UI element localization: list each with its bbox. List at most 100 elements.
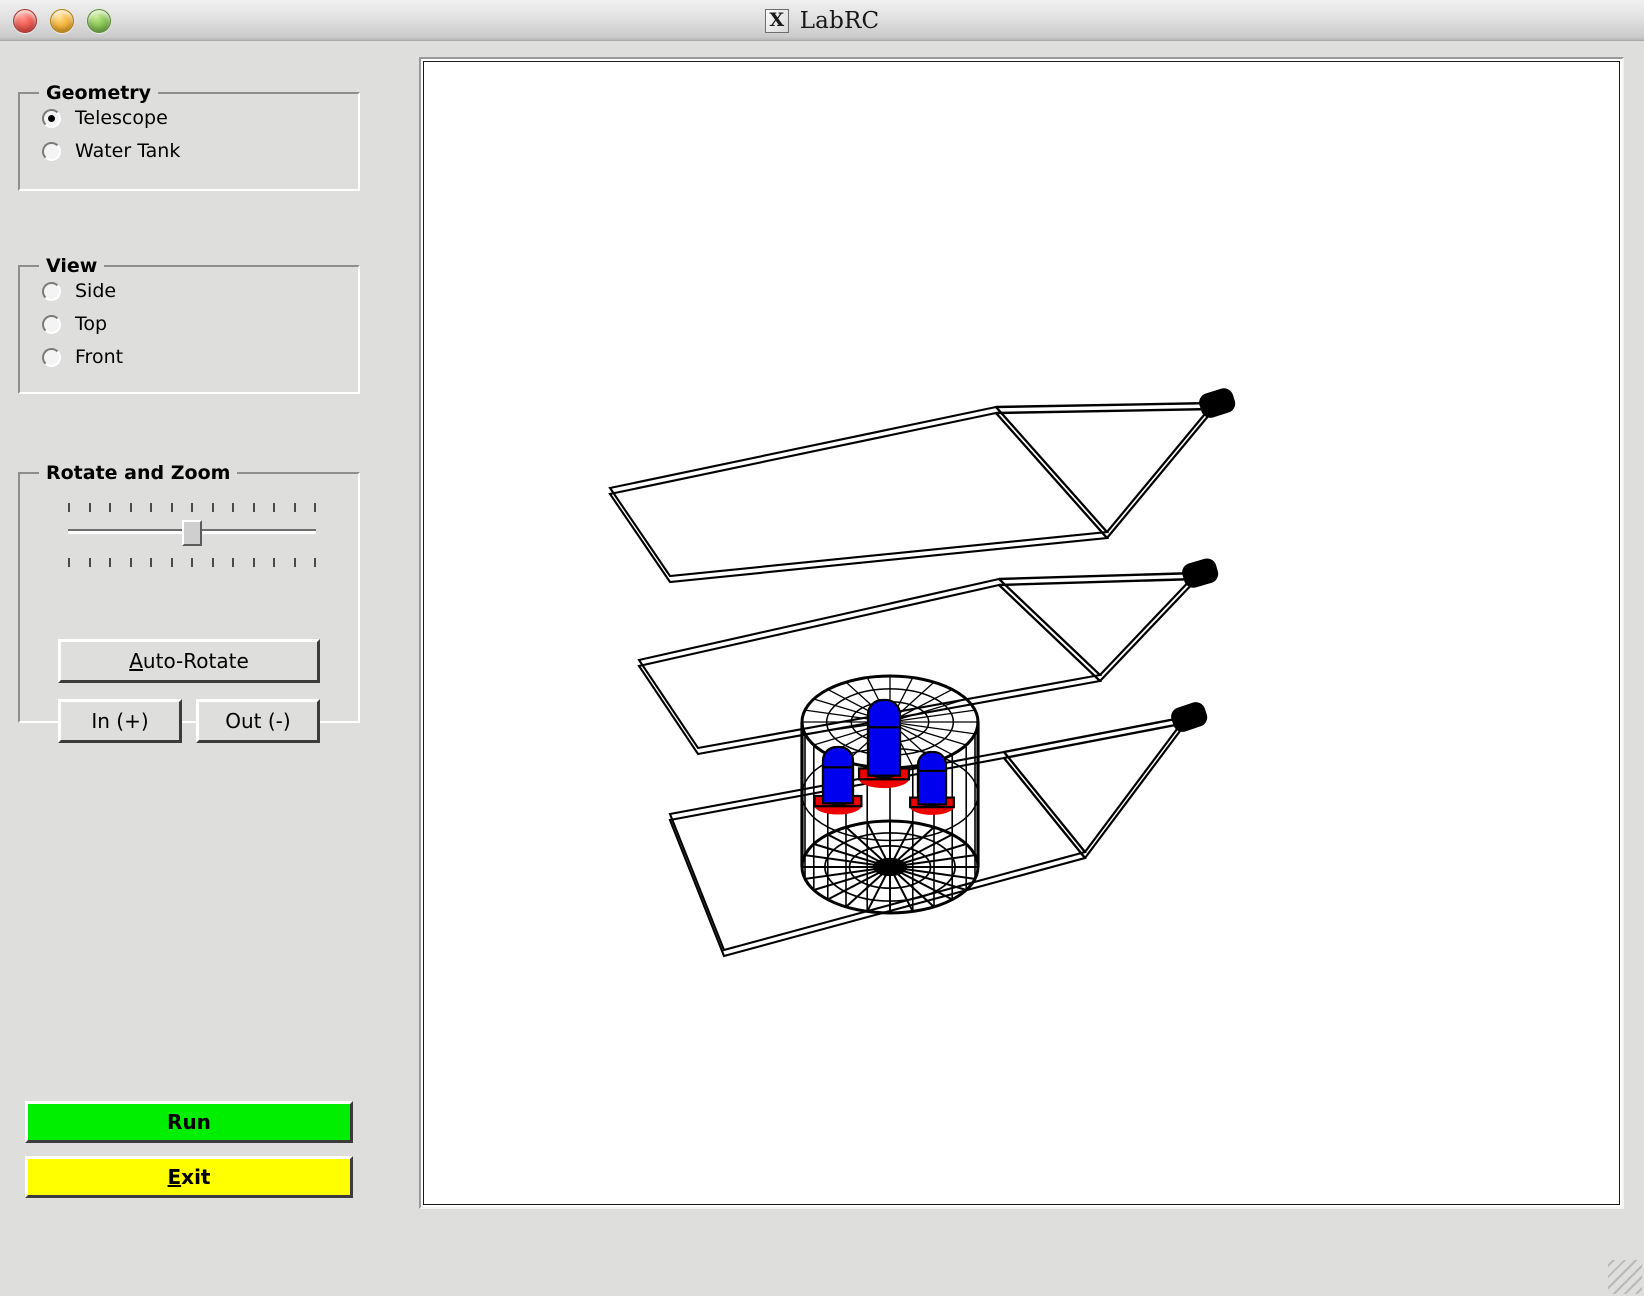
- slider-tick: [68, 503, 70, 512]
- radio-label-telescope: Telescope: [75, 107, 168, 129]
- pmt-group: [813, 698, 955, 815]
- wireframe-edge: [1084, 722, 1187, 859]
- telescope-camera: [1171, 702, 1208, 732]
- radio-indicator-front[interactable]: [42, 347, 61, 367]
- zoom-in-button[interactable]: In (+): [58, 699, 182, 743]
- radio-geometry-telescope[interactable]: Telescope: [42, 107, 168, 129]
- radio-view-top[interactable]: Top: [42, 313, 107, 335]
- slider-tick: [129, 558, 132, 567]
- slider-tick: [109, 558, 111, 567]
- control-panel: Geometry Telescope Water Tank View Side …: [0, 41, 400, 1286]
- slider-tick: [170, 503, 173, 512]
- radio-indicator-side[interactable]: [42, 281, 61, 301]
- wireframe-edge: [998, 571, 1198, 581]
- pmt-right-tube-body: [916, 769, 948, 806]
- wireframe-edge: [608, 405, 1110, 578]
- exit-label-rest: xit: [181, 1165, 211, 1189]
- wireframe-edge: [1003, 715, 1187, 754]
- telescope-middle: [637, 558, 1219, 756]
- radio-label-front: Front: [75, 346, 124, 368]
- slider-tick: [88, 558, 91, 567]
- slider-tick: [273, 558, 275, 567]
- auto-rotate-button[interactable]: Auto-Rotate: [58, 639, 320, 683]
- 3d-scene-canvas[interactable]: [423, 61, 1620, 1205]
- slider-tick: [150, 558, 152, 567]
- slider-tick: [211, 558, 214, 567]
- wireframe-edge: [1106, 408, 1215, 539]
- x11-app-icon: X: [764, 8, 789, 33]
- view-title: View: [39, 256, 105, 276]
- status-strip: [0, 1258, 1605, 1296]
- wireframe-edge: [995, 406, 1108, 533]
- run-button[interactable]: Run: [25, 1101, 353, 1143]
- window-title-group: X LabRC: [0, 0, 1644, 41]
- exit-mnemonic: E: [167, 1165, 182, 1189]
- radio-indicator-telescope[interactable]: [42, 108, 61, 128]
- rotate-zoom-groupbox: Rotate and Zoom Auto-Rotate In (+) Out (…: [18, 463, 360, 743]
- window-title: LabRC: [799, 7, 880, 34]
- radio-label-water-tank: Water Tank: [75, 140, 181, 162]
- slider-tick: [109, 503, 111, 512]
- wireframe-scene: [608, 388, 1236, 958]
- pmt-left-tube-body: [821, 766, 855, 805]
- wireframe-edge: [998, 577, 1198, 587]
- radio-label-side: Side: [75, 280, 117, 302]
- slider-ticks-bottom: [68, 558, 316, 567]
- radio-indicator-top[interactable]: [42, 314, 61, 334]
- viewport-frame: [419, 57, 1624, 1209]
- wireframe-edge: [995, 412, 1108, 539]
- app-window: X LabRC Geometry Telescope Water Tank Vi…: [0, 0, 1644, 1296]
- slider-tick: [232, 503, 234, 512]
- slider-thumb[interactable]: [182, 520, 202, 546]
- zoom-in-label: In (+): [91, 709, 149, 733]
- radio-label-top: Top: [75, 313, 108, 335]
- slider-tick: [68, 558, 70, 567]
- auto-rotate-mnemonic: A: [129, 649, 143, 673]
- view-groupbox: View Side Top Front: [18, 256, 360, 394]
- slider-tick: [170, 558, 173, 567]
- rotate-zoom-title: Rotate and Zoom: [39, 463, 238, 483]
- radio-view-front[interactable]: Front: [42, 346, 123, 368]
- telescope-camera: [1182, 558, 1219, 588]
- slider-tick: [314, 558, 316, 567]
- slider-tick: [252, 558, 255, 567]
- wireframe-edge: [1099, 578, 1198, 682]
- rotate-zoom-slider[interactable]: [68, 503, 316, 567]
- geometry-groupbox: Geometry Telescope Water Tank: [18, 83, 360, 191]
- radio-view-side[interactable]: Side: [42, 280, 116, 302]
- exit-button[interactable]: Exit: [25, 1156, 353, 1198]
- slider-tick: [88, 503, 91, 512]
- wireframe-edge: [1099, 572, 1198, 676]
- slider-tick: [150, 503, 152, 512]
- wireframe-edge: [1003, 751, 1086, 853]
- slider-tick: [129, 503, 132, 512]
- zoom-out-label: Out (-): [225, 709, 291, 733]
- slider-tick: [232, 558, 234, 567]
- slider-tick: [211, 503, 214, 512]
- wireframe-edge: [1003, 757, 1086, 859]
- radio-geometry-water-tank[interactable]: Water Tank: [42, 140, 180, 162]
- auto-rotate-label-rest: uto-Rotate: [142, 649, 249, 673]
- zoom-out-button[interactable]: Out (-): [196, 699, 320, 743]
- wireframe-edge: [995, 407, 1215, 415]
- wireframe-edge: [998, 584, 1101, 682]
- slider-tick: [191, 503, 193, 512]
- geometry-title: Geometry: [39, 83, 159, 103]
- slider-tick: [293, 503, 296, 512]
- wireframe-edge: [998, 578, 1101, 676]
- slider-tick: [293, 558, 296, 567]
- telescope-upper: [608, 388, 1236, 584]
- radio-indicator-water-tank[interactable]: [42, 141, 61, 161]
- slider-ticks-top: [68, 503, 316, 512]
- resize-grip[interactable]: [1608, 1260, 1642, 1294]
- wireframe-edge: [1084, 716, 1187, 853]
- slider-tick: [314, 503, 316, 512]
- wireframe-edge: [1106, 402, 1215, 533]
- slider-tick: [273, 503, 275, 512]
- wireframe-edge: [995, 401, 1215, 409]
- slider-tick: [191, 558, 193, 567]
- slider-tick: [252, 503, 255, 512]
- run-button-label: Run: [167, 1110, 211, 1134]
- pmt-center-tube-body: [866, 726, 902, 777]
- title-bar: X LabRC: [0, 0, 1644, 41]
